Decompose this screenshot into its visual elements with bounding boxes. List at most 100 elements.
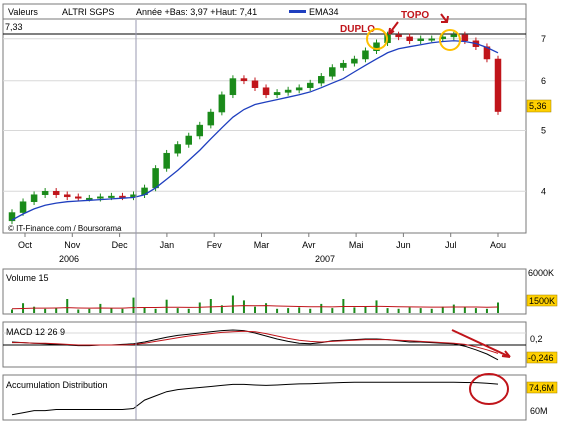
price-candle-body: [185, 135, 192, 145]
price-candle-body: [251, 80, 259, 88]
price-candle-body: [318, 76, 325, 84]
volume-bar: [242, 300, 245, 313]
header-label: Valeurs: [8, 7, 38, 17]
price-y-tick-label: 7: [541, 34, 546, 44]
price-candle-body: [329, 67, 336, 77]
volume-bar: [320, 303, 323, 313]
price-x-tick-label: Dec: [112, 240, 129, 250]
reference-value: 7,33: [5, 22, 23, 32]
ema-legend-label: EMA34: [309, 7, 339, 17]
volume-bar: [497, 302, 499, 313]
price-y-tick-label: 5: [541, 125, 546, 135]
price-candle-body: [97, 196, 104, 199]
volume-bar: [121, 308, 124, 313]
volume-bar: [452, 304, 455, 313]
annotation-topo: TOPO: [401, 10, 429, 21]
volume-badge-value: 1500K: [529, 296, 555, 306]
price-candle-body: [295, 87, 303, 91]
price-candle-body: [229, 78, 237, 96]
volume-bar: [77, 309, 80, 313]
header-stats: Année +Bas: 3,97 +Haut: 7,41: [136, 7, 257, 17]
price-candle-body: [240, 78, 248, 82]
year-labels: 2006 2007: [59, 254, 335, 264]
price-candle-body: [86, 197, 93, 200]
price-candle-body: [450, 34, 458, 38]
chart-stage: 7 6 5 4 Oct Nov Dec Jan Fev Mar Avr Mai Jun Jul Aou 2…: [0, 0, 570, 430]
volume-bar: [254, 306, 256, 313]
price-candle-body: [284, 89, 292, 93]
volume-bar: [485, 308, 488, 313]
year-label: 2006: [59, 254, 79, 264]
price-candle-body: [52, 191, 60, 195]
price-y-ticks: 7 6 5 4: [541, 34, 546, 196]
price-candle-body: [262, 87, 270, 96]
price-candle-body: [152, 168, 159, 189]
price-candle-body: [406, 36, 413, 42]
volume-bar: [364, 306, 367, 313]
accumulation-title: Accumulation Distribution: [6, 380, 108, 390]
price-candle-body: [163, 152, 170, 169]
price-last-value: 5,36: [529, 101, 547, 111]
volume-bar: [298, 307, 301, 313]
price-x-ticks: Oct Nov Dec Jan Fev Mar Avr Mai Jun Jul Aou: [18, 233, 506, 250]
price-x-tick-label: Mai: [349, 240, 364, 250]
volume-bar: [132, 297, 135, 313]
ema-legend-swatch: [289, 10, 306, 13]
volume-bar: [154, 308, 157, 313]
volume-bar: [66, 299, 69, 313]
chart-svg: 7 6 5 4 Oct Nov Dec Jan Fev Mar Avr Mai Jun Jul Aou 2…: [2, 3, 558, 421]
volume-bar: [165, 299, 168, 313]
volume-bar: [11, 309, 13, 313]
price-candle-body: [362, 50, 369, 60]
price-x-tick-label: Fev: [207, 240, 223, 250]
price-candle-body: [395, 34, 402, 38]
volume-tick-top: 6000K: [528, 268, 554, 278]
volume-title: Volume 15: [6, 273, 49, 283]
volume-bar: [187, 308, 190, 313]
volume-bar: [342, 299, 345, 313]
volume-bar: [143, 307, 146, 313]
volume-bar: [287, 308, 290, 313]
volume-bar: [441, 306, 444, 313]
price-x-tick-label: Oct: [18, 240, 33, 250]
price-candle-body: [119, 195, 126, 198]
price-candle-body: [218, 94, 226, 113]
volume-bar: [276, 308, 279, 313]
volume-bar: [430, 308, 433, 313]
price-candle-body: [351, 58, 358, 64]
price-x-tick-label: Aou: [490, 240, 506, 250]
volume-bar: [231, 295, 234, 313]
volume-bar: [463, 307, 466, 313]
accumulation-tick: 60M: [530, 406, 548, 416]
macd-tick: 0,2: [530, 334, 543, 344]
price-x-tick-label: Jul: [445, 240, 457, 250]
price-x-tick-label: Jan: [160, 240, 175, 250]
price-candle-body: [63, 194, 71, 198]
price-candle-body: [273, 92, 281, 96]
year-label: 2007: [315, 254, 335, 264]
price-candle-body: [494, 58, 502, 112]
price-y-tick-label: 6: [541, 76, 546, 86]
price-x-tick-label: Jun: [396, 240, 411, 250]
price-candle-body: [75, 196, 82, 199]
price-candle-body: [207, 111, 215, 126]
price-candle-body: [30, 194, 38, 202]
volume-bar: [419, 308, 422, 313]
price-y-tick-label: 4: [541, 186, 546, 196]
price-candle-body: [428, 38, 435, 41]
price-candle-body: [174, 144, 181, 154]
price-candle-body: [196, 124, 204, 137]
price-x-tick-label: Avr: [302, 240, 315, 250]
price-candle-body: [417, 38, 424, 42]
macd-title: MACD 12 26 9: [6, 327, 65, 337]
volume-bar: [397, 308, 400, 313]
price-candle-body: [108, 195, 115, 198]
credit: © IT-Finance.com / Boursorama: [8, 224, 122, 233]
volume-bar: [353, 307, 356, 313]
volume-bar: [110, 308, 113, 313]
volume-bar: [474, 308, 477, 313]
volume-bar: [408, 307, 411, 313]
volume-bar: [386, 308, 389, 313]
volume-bar: [209, 299, 212, 313]
volume-bar: [55, 308, 58, 313]
